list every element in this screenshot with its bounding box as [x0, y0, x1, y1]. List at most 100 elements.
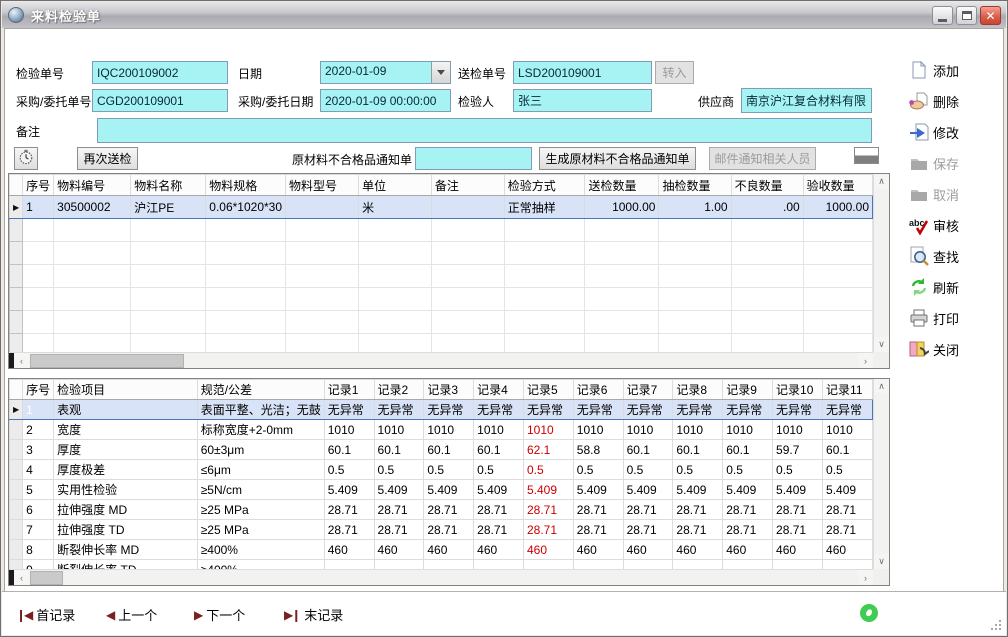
inspection-grid-cell[interactable]: 460	[374, 540, 424, 560]
inspection-grid-row-selector[interactable]	[10, 560, 23, 570]
supplier-input[interactable]	[741, 88, 872, 113]
scroll-down-icon[interactable]: ∨	[874, 554, 889, 569]
inspection-no-input[interactable]	[92, 61, 228, 84]
material-grid-cell[interactable]	[286, 288, 359, 311]
material-grid-cell[interactable]: 沪江PE	[131, 196, 206, 219]
inspection-grid-column-header[interactable]: 序号	[23, 380, 54, 400]
material-grid-cell[interactable]	[431, 196, 504, 219]
scroll-down-icon[interactable]: ∨	[874, 337, 889, 352]
inspection-grid-cell[interactable]: ≥5N/cm	[197, 480, 324, 500]
inspection-grid-cell[interactable]: 1010	[773, 420, 823, 440]
material-grid-column-header[interactable]: 物料规格	[206, 175, 286, 196]
material-grid-cell[interactable]	[431, 242, 504, 265]
material-grid-row-selector[interactable]	[10, 288, 23, 311]
inspection-grid-cell[interactable]: 5.409	[474, 480, 524, 500]
inspection-grid-cell[interactable]: 460	[723, 540, 773, 560]
inspection-grid-cell[interactable]	[474, 560, 524, 570]
inspection-grid-cell[interactable]: 厚度	[54, 440, 198, 460]
material-grid-cell[interactable]	[206, 265, 286, 288]
scrollbar-thumb[interactable]	[30, 354, 184, 368]
inspection-grid-cell[interactable]	[823, 560, 873, 570]
material-grid-cell[interactable]	[803, 288, 872, 311]
material-grid-cell[interactable]	[803, 265, 872, 288]
material-grid-column-header[interactable]: 备注	[431, 175, 504, 196]
material-grid-cell[interactable]: 1000.00	[803, 196, 872, 219]
inspection-grid-cell[interactable]	[623, 560, 673, 570]
material-grid-cell[interactable]	[659, 242, 731, 265]
inspection-grid-cell[interactable]: 28.71	[324, 500, 374, 520]
material-grid-cell[interactable]	[504, 288, 585, 311]
inspection-grid-cell[interactable]: 28.71	[474, 500, 524, 520]
sidebar-button-cancel[interactable]: 取消	[909, 183, 995, 205]
inspection-grid-cell[interactable]: 1010	[673, 420, 723, 440]
inspection-grid-cell[interactable]: 28.71	[523, 500, 573, 520]
material-grid-cell[interactable]	[54, 288, 131, 311]
prev-record-button[interactable]: ◀ 上一个	[106, 605, 157, 624]
inspection-grid-cell[interactable]: 厚度极差	[54, 460, 198, 480]
inspection-grid-cell[interactable]: 60.1	[823, 440, 873, 460]
inspection-grid-row-selector[interactable]: ▶	[10, 400, 23, 420]
material-grid-cell[interactable]	[659, 219, 731, 242]
inspection-grid-cell[interactable]: 0.5	[623, 460, 673, 480]
inspection-grid-cell[interactable]: 无异常	[673, 400, 723, 420]
inspection-grid-cell[interactable]: 5.409	[324, 480, 374, 500]
inspection-grid-cell[interactable]: ≥25 MPa	[197, 500, 324, 520]
inspection-grid-cell[interactable]: 28.71	[773, 520, 823, 540]
material-grid-cell[interactable]	[504, 334, 585, 353]
material-grid-cell[interactable]	[504, 311, 585, 334]
inspection-grid-cell[interactable]: 28.71	[424, 500, 474, 520]
material-grid-cell[interactable]	[585, 334, 659, 353]
material-grid-cell[interactable]	[54, 311, 131, 334]
material-grid-cell[interactable]	[731, 265, 803, 288]
scroll-right-icon[interactable]: ›	[858, 570, 873, 585]
sidebar-button-print[interactable]: 打印	[909, 307, 995, 329]
inspection-grid-cell[interactable]: 0.5	[474, 460, 524, 480]
material-grid-cell[interactable]	[131, 334, 206, 353]
inspection-grid-cell[interactable]: 9	[23, 560, 54, 570]
next-record-button[interactable]: ▶ 下一个	[194, 605, 245, 624]
inspection-grid-cell[interactable]: 460	[474, 540, 524, 560]
inspection-grid-cell[interactable]: 28.71	[823, 500, 873, 520]
material-grid-column-header[interactable]: 物料编号	[54, 175, 131, 196]
inspection-grid-cell[interactable]: 表面平整、光洁；无鼓	[197, 400, 324, 420]
inspection-grid-cell[interactable]: 28.71	[673, 500, 723, 520]
material-grid-cell[interactable]	[286, 196, 359, 219]
material-grid-cell[interactable]	[731, 242, 803, 265]
inspection-grid-row-selector[interactable]	[10, 460, 23, 480]
inspection-grid-cell[interactable]: 28.71	[374, 520, 424, 540]
material-grid-cell[interactable]	[206, 334, 286, 353]
inspection-grid-cell[interactable]: 60.1	[374, 440, 424, 460]
inspection-grid-cell[interactable]: 1010	[324, 420, 374, 440]
material-grid-cell[interactable]	[359, 242, 432, 265]
inspection-grid-column-header[interactable]: 记录3	[424, 380, 474, 400]
inspection-grid-cell[interactable]: 1010	[424, 420, 474, 440]
inspection-grid-cell[interactable]: 460	[823, 540, 873, 560]
inspection-grid-column-header[interactable]: 记录8	[673, 380, 723, 400]
material-grid-cell[interactable]	[286, 311, 359, 334]
material-grid-cell[interactable]	[131, 288, 206, 311]
sidebar-button-refresh[interactable]: 刷新	[909, 276, 995, 298]
inspection-grid-cell[interactable]: 5.409	[424, 480, 474, 500]
purchase-date-input[interactable]	[320, 89, 451, 112]
sidebar-button-add[interactable]: 添加	[909, 59, 995, 81]
inspection-grid-cell[interactable]: 断裂伸长率 MD	[54, 540, 198, 560]
inspection-grid-cell[interactable]: 5.409	[723, 480, 773, 500]
resize-grip[interactable]	[989, 618, 1003, 632]
inspection-grid-cell[interactable]: 28.71	[623, 500, 673, 520]
inspection-grid-cell[interactable]: 28.71	[773, 500, 823, 520]
close-button[interactable]: ✕	[980, 6, 1001, 25]
inspection-grid-cell[interactable]: 标称宽度+2-0mm	[197, 420, 324, 440]
material-grid-cell[interactable]	[131, 311, 206, 334]
sidebar-button-modify[interactable]: 修改	[909, 121, 995, 143]
material-grid-cell[interactable]	[23, 311, 54, 334]
material-grid-row-selector[interactable]	[10, 311, 23, 334]
material-grid-cell[interactable]	[803, 242, 872, 265]
inspection-grid-cell[interactable]: 60.1	[623, 440, 673, 460]
inspection-grid-cell[interactable]: 28.71	[523, 520, 573, 540]
inspection-grid-cell[interactable]: 5.409	[523, 480, 573, 500]
material-grid-cell[interactable]	[585, 242, 659, 265]
sidebar-button-audit[interactable]: abc审核	[909, 214, 995, 236]
inspection-grid-row-selector[interactable]	[10, 420, 23, 440]
material-grid-row-selector[interactable]	[10, 219, 23, 242]
material-grid-cell[interactable]	[731, 219, 803, 242]
